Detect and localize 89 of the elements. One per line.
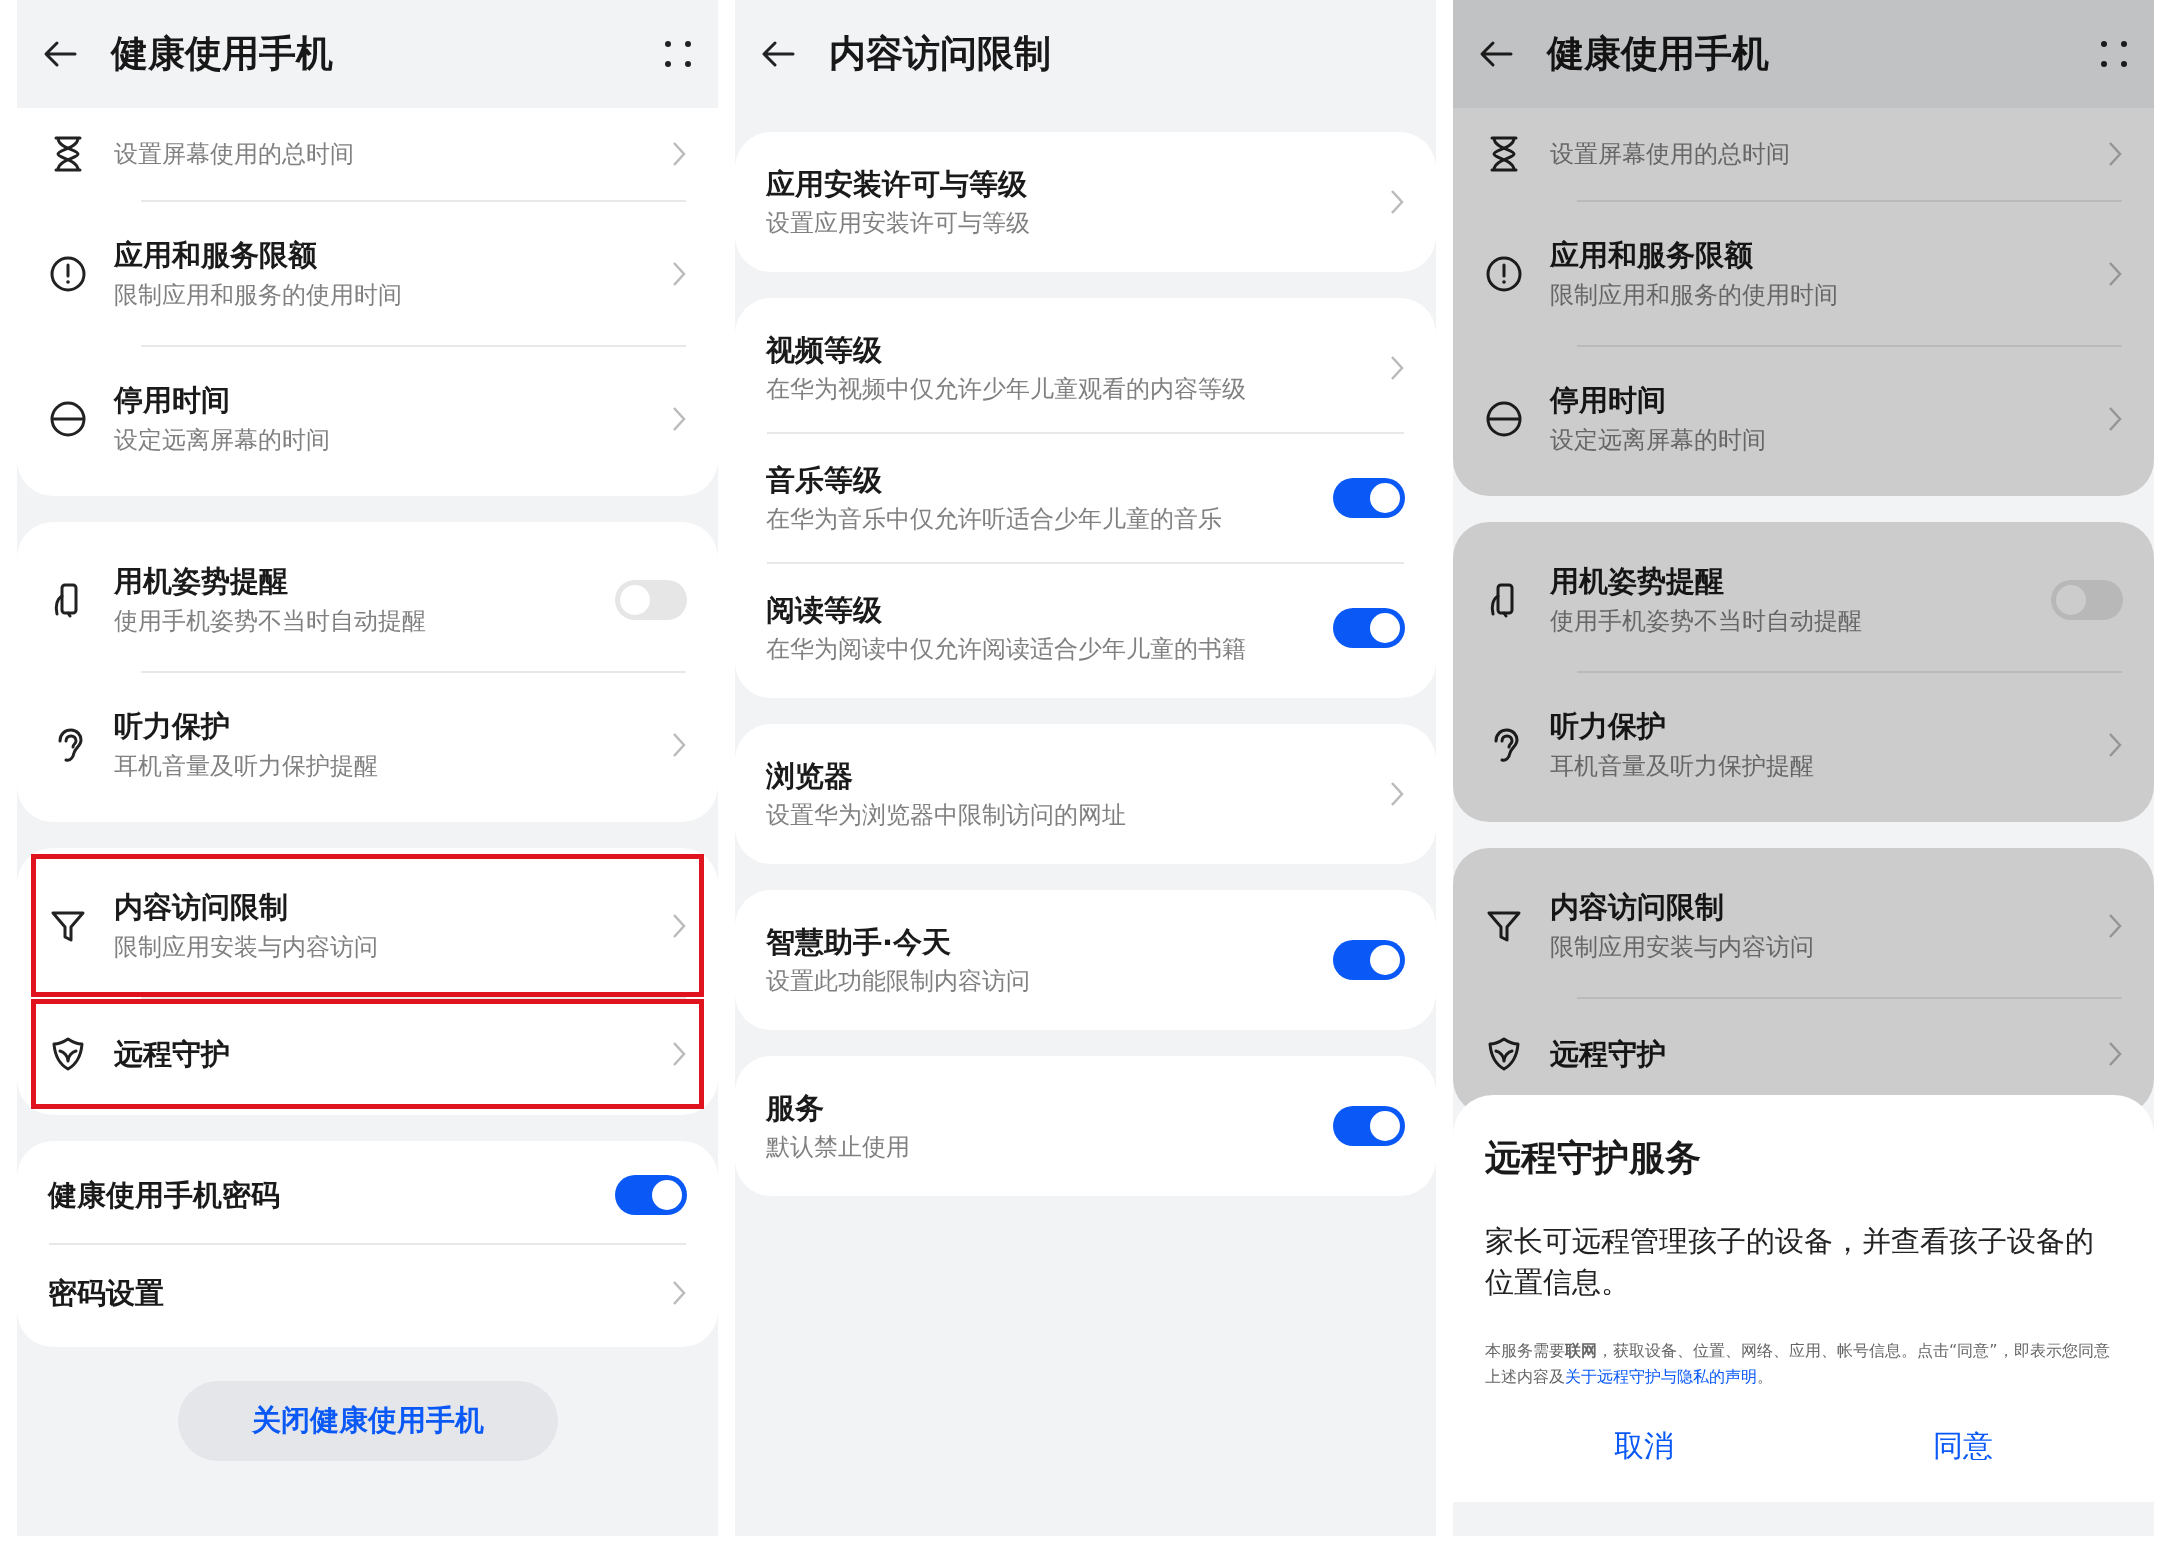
item-subtitle: 设置此功能限制内容访问 [766, 966, 1031, 997]
item-title: 阅读等级 [766, 591, 883, 629]
settings-row[interactable]: 密码设置 [31, 1245, 704, 1341]
item-subtitle: 在华为音乐中仅允许听适合少年儿童的音乐 [766, 504, 1223, 535]
item-subtitle: 限制应用安装与内容访问 [1550, 931, 1815, 962]
item-subtitle: 使用手机姿势不当时自动提醒 [1550, 605, 1863, 636]
item-title: 听力保护 [114, 708, 231, 745]
dialog-message: 家长可远程管理孩子的设备，并查看孩子设备的位置信息。 [1485, 1223, 2095, 1301]
item-subtitle: 在华为阅读中仅允许阅读适合少年儿童的书籍 [766, 634, 1247, 665]
chevron-icon [1389, 188, 1405, 216]
chevron-icon [671, 1279, 687, 1307]
item-subtitle: 设定远离屏幕的时间 [1550, 424, 1767, 455]
settings-row[interactable]: 应用安装许可与等级 设置应用安装许可与等级 [749, 138, 1422, 266]
settings-row[interactable]: 应用和服务限额 限制应用和服务的使用时间 [1467, 202, 2140, 345]
settings-row[interactable]: 用机姿势提醒 使用手机姿势不当时自动提醒 [31, 528, 704, 671]
screen-title: 内容访问限制 [829, 31, 1052, 78]
screen-title: 健康使用手机 [1547, 31, 1770, 78]
settings-row[interactable]: 音乐等级 在华为音乐中仅允许听适合少年儿童的音乐 [749, 434, 1422, 562]
toggle-switch[interactable] [1333, 1106, 1405, 1146]
toggle-switch[interactable] [1333, 608, 1405, 648]
item-subtitle: 设定远离屏幕的时间 [114, 424, 331, 455]
item-title: 服务 [766, 1089, 825, 1127]
chevron-icon [1389, 354, 1405, 382]
item-title: 用机姿势提醒 [114, 563, 289, 600]
toggle-switch[interactable] [615, 579, 687, 620]
settings-row[interactable]: 视频等级 在华为视频中仅允许少年儿童观看的内容等级 [749, 304, 1422, 432]
settings-row[interactable]: 阅读等级 在华为阅读中仅允许阅读适合少年儿童的书籍 [749, 564, 1422, 692]
settings-row[interactable]: 用机姿势提醒 使用手机姿势不当时自动提醒 [1467, 528, 2140, 671]
settings-row[interactable]: 听力保护 耳机音量及听力保护提醒 [1467, 673, 2140, 816]
settings-row[interactable]: 健康使用手机密码 [31, 1147, 704, 1243]
chevron-icon [671, 140, 687, 168]
privacy-link[interactable]: 关于远程守护与隐私的声明 [1565, 1366, 1757, 1386]
settings-row[interactable]: 停用时间 设定远离屏幕的时间 [1467, 347, 2140, 490]
settings-row[interactable]: 浏览器 设置华为浏览器中限制访问的网址 [749, 730, 1422, 858]
item-title: 密码设置 [48, 1274, 165, 1312]
settings-row[interactable]: 智慧助手·今天 设置此功能限制内容访问 [749, 896, 1422, 1024]
item-subtitle: 限制应用和服务的使用时间 [114, 279, 403, 310]
settings-row[interactable]: 听力保护 耳机音量及听力保护提醒 [31, 673, 704, 816]
item-subtitle: 设置应用安装许可与等级 [766, 208, 1031, 239]
settings-row[interactable]: 停用时间 设定远离屏幕的时间 [31, 347, 704, 490]
toggle-switch[interactable] [615, 1175, 687, 1215]
settings-row[interactable]: 远程守护 [31, 999, 704, 1109]
item-title: 健康使用手机密码 [48, 1176, 281, 1214]
item-title: 视频等级 [766, 331, 883, 369]
dialog-title: 远程守护服务 [1485, 1136, 1702, 1180]
item-subtitle: 设置屏幕使用的总时间 [1550, 139, 1791, 169]
item-subtitle: 默认禁止使用 [766, 1132, 911, 1163]
item-subtitle: 使用手机姿势不当时自动提醒 [114, 605, 427, 636]
chevron-icon [2107, 140, 2123, 168]
item-title: 听力保护 [1550, 708, 1667, 745]
item-title: 用机姿势提醒 [1550, 563, 1725, 600]
settings-row[interactable]: 服务 默认禁止使用 [749, 1062, 1422, 1190]
item-subtitle: 耳机音量及听力保护提醒 [114, 750, 379, 781]
settings-row[interactable]: 应用和服务限额 限制应用和服务的使用时间 [31, 202, 704, 345]
item-title: 应用安装许可与等级 [766, 165, 1028, 203]
dialog-note: 本服务需要联网，获取设备、位置、网络、应用、帐号信息。点击“同意”，即表示您同意上述内容及关于远程守护与隐私的声明。 [1485, 1340, 2111, 1388]
item-subtitle: 设置华为浏览器中限制访问的网址 [766, 800, 1127, 831]
settings-row[interactable]: 内容访问限制 限制应用安装与内容访问 [31, 854, 704, 997]
item-title: 应用和服务限额 [114, 237, 318, 274]
item-subtitle: 限制应用和服务的使用时间 [1550, 279, 1839, 310]
close-button[interactable]: 关闭健康使用手机 [177, 1381, 558, 1461]
dialog-button[interactable]: 取消 [1485, 1417, 1804, 1475]
item-subtitle: 在华为视频中仅允许少年儿童观看的内容等级 [766, 374, 1247, 405]
item-subtitle: 设置屏幕使用的总时间 [114, 139, 355, 169]
chevron-icon [671, 1040, 687, 1068]
item-subtitle: 限制应用安装与内容访问 [114, 931, 379, 962]
settings-row[interactable]: 设置屏幕使用的总时间 [1467, 108, 2140, 200]
settings-row[interactable]: 远程守护 [1467, 999, 2140, 1109]
item-title: 智慧助手·今天 [766, 923, 953, 961]
toggle-switch[interactable] [1333, 478, 1405, 518]
item-title: 停用时间 [1550, 382, 1667, 419]
item-title: 远程守护 [114, 1035, 231, 1073]
item-title: 内容访问限制 [1550, 889, 1725, 926]
settings-row[interactable]: 内容访问限制 限制应用安装与内容访问 [1467, 854, 2140, 997]
item-title: 远程守护 [1550, 1035, 1667, 1073]
more-icon[interactable] [662, 38, 694, 70]
toggle-switch[interactable] [1333, 940, 1405, 980]
more-icon[interactable] [2098, 38, 2130, 70]
settings-row[interactable]: 设置屏幕使用的总时间 [31, 108, 704, 200]
dialog-button[interactable]: 同意 [1803, 1417, 2122, 1475]
item-title: 音乐等级 [766, 461, 883, 499]
item-subtitle: 耳机音量及听力保护提醒 [1550, 750, 1815, 781]
screen-title: 健康使用手机 [111, 31, 334, 78]
chevron-icon [2107, 1040, 2123, 1068]
item-title: 浏览器 [766, 757, 854, 795]
chevron-icon [1389, 780, 1405, 808]
item-title: 停用时间 [114, 382, 231, 419]
item-title: 应用和服务限额 [1550, 237, 1754, 274]
item-title: 内容访问限制 [114, 889, 289, 926]
